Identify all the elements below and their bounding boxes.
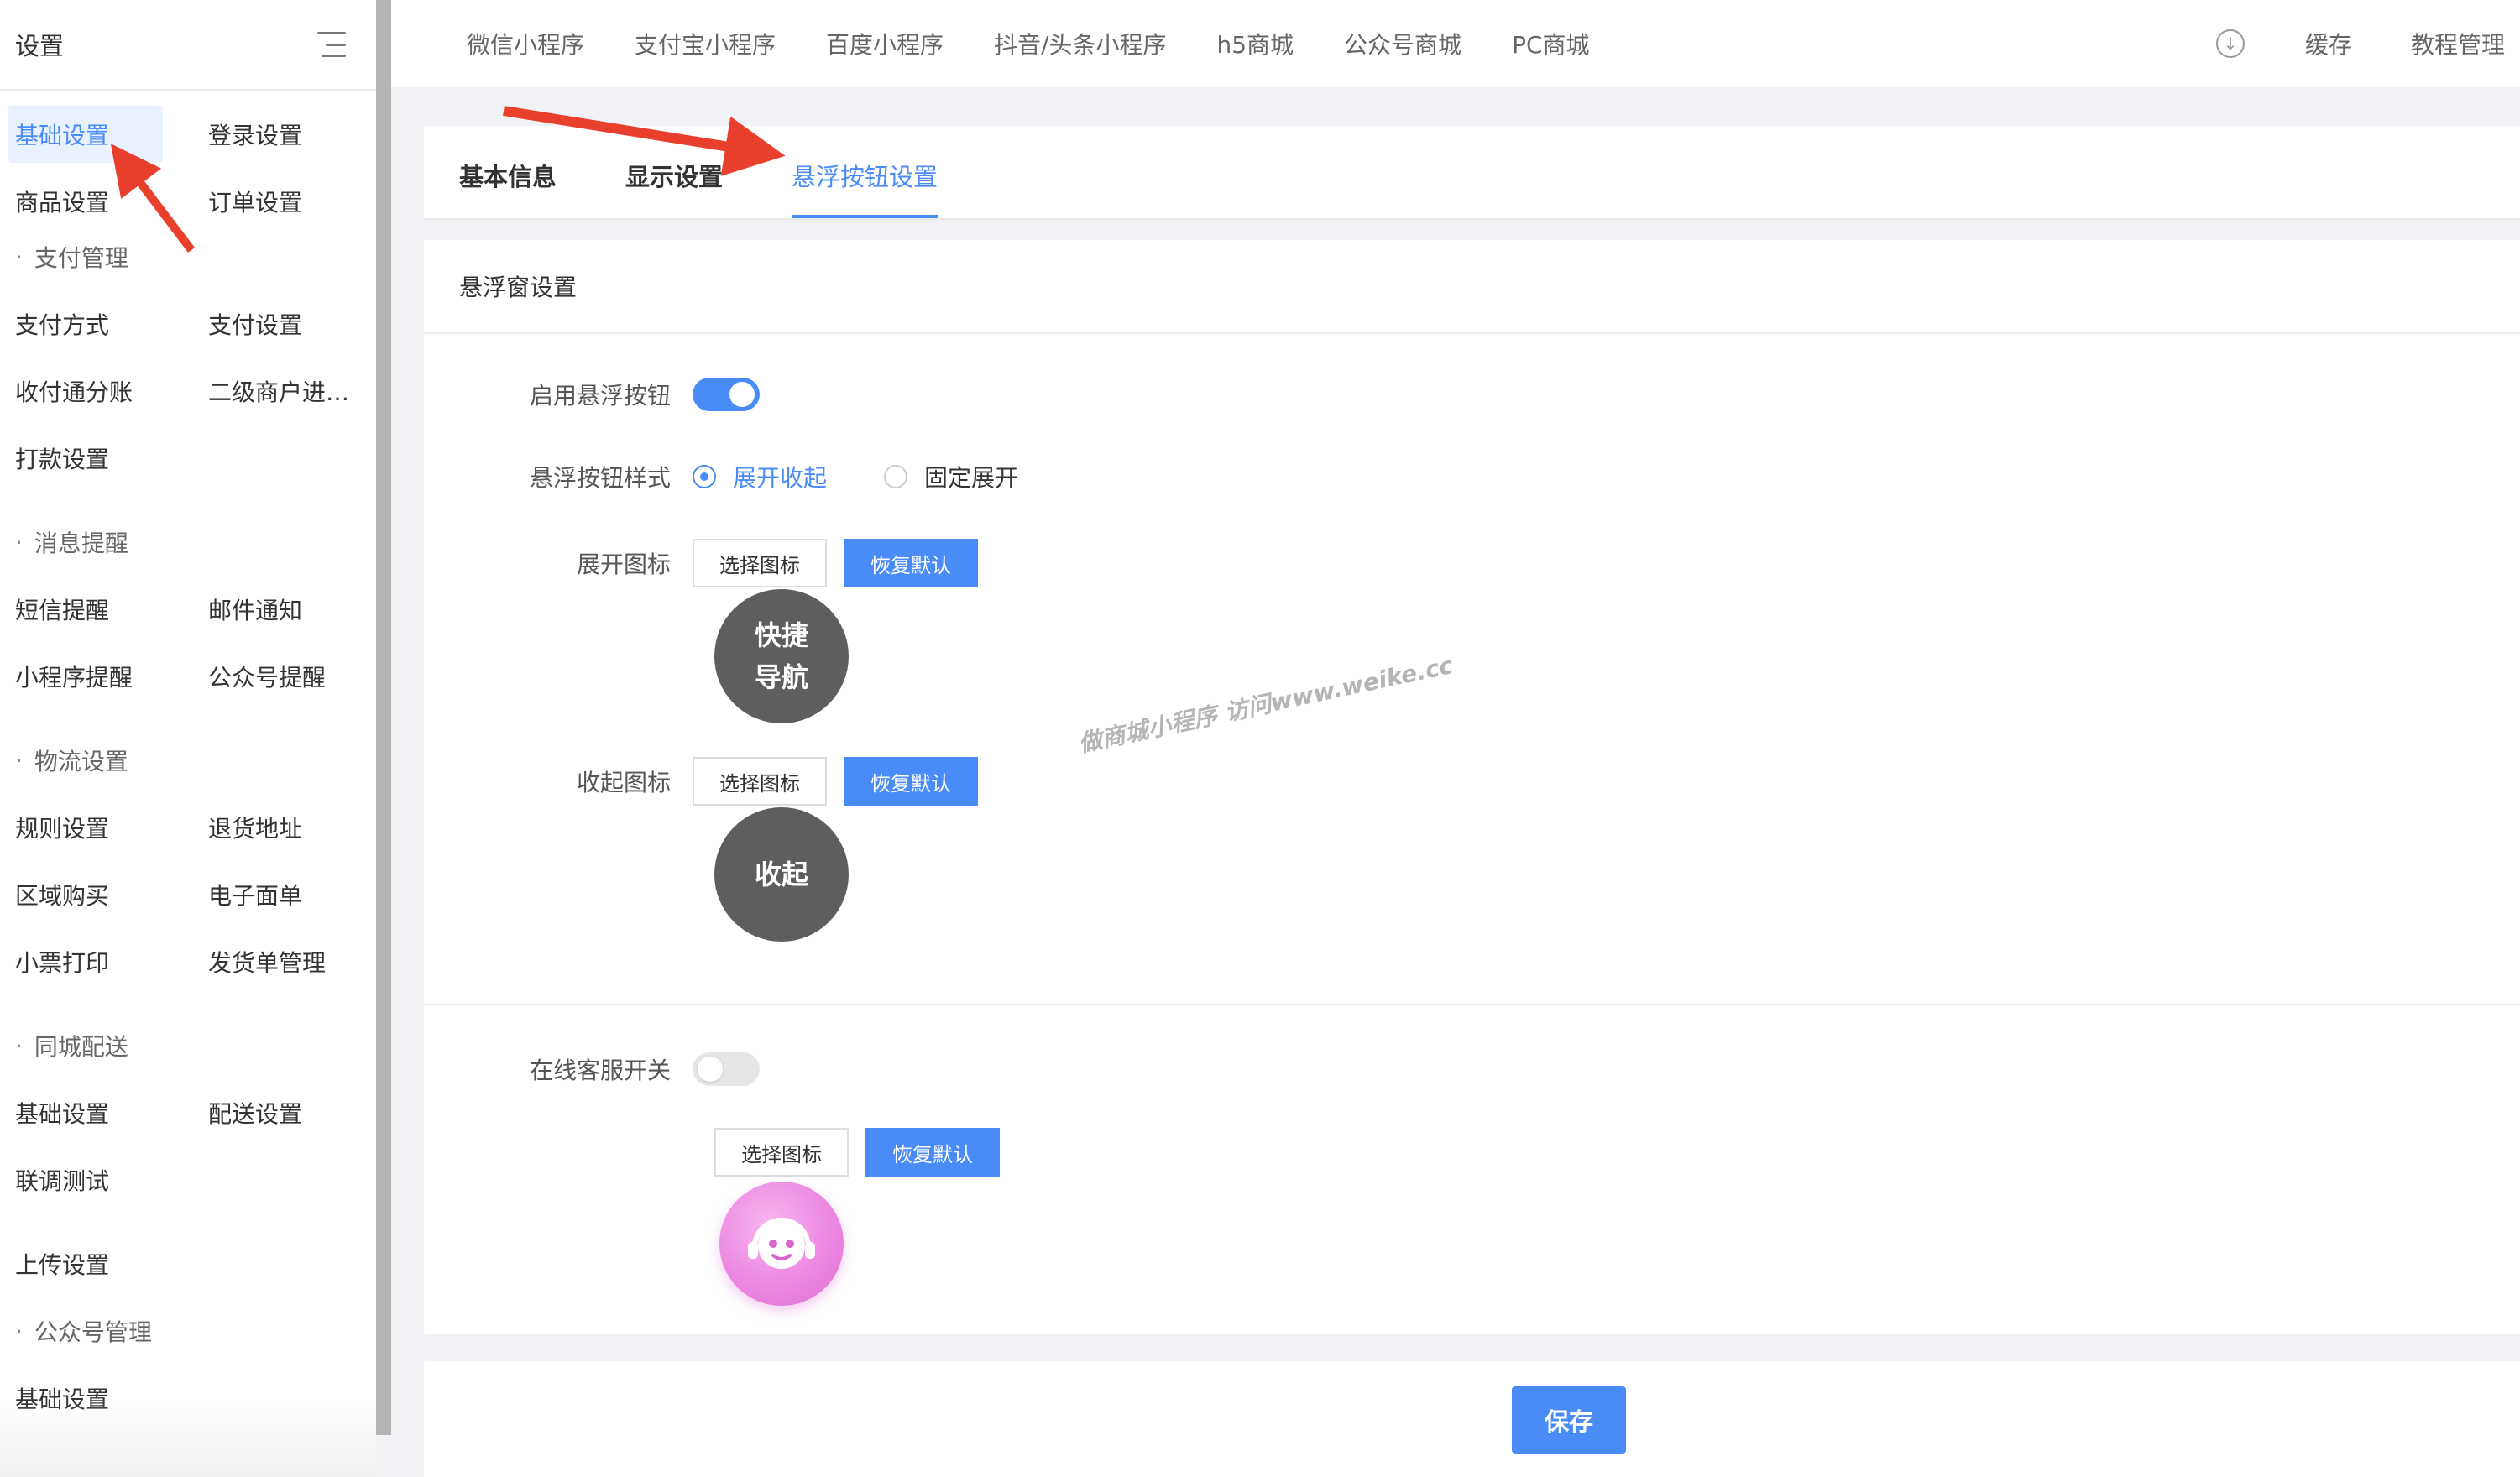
- sidebar-item-e-waybill[interactable]: 电子面单: [193, 861, 376, 928]
- sidebar-item-payment-settings[interactable]: 支付设置: [193, 290, 376, 358]
- cs-switch[interactable]: [693, 1052, 760, 1086]
- nav-wechat-miniprogram[interactable]: 微信小程序: [467, 27, 584, 60]
- top-navigation: 微信小程序 支付宝小程序 百度小程序 抖音/头条小程序 h5商城 公众号商城 P…: [391, 0, 2520, 87]
- settings-sidebar: 设置 基础设置 登录设置 商品设置 订单设置 支付管理 支付方式 支付设置 收付…: [0, 0, 376, 1477]
- cs-switch-label: 在线客服开关: [529, 1057, 671, 1084]
- collapse-icon-preview: 收起: [714, 807, 849, 942]
- row-customer-service: 在线客服开关: [424, 1052, 760, 1086]
- sidebar-item-basic-settings[interactable]: 基础设置: [0, 101, 193, 168]
- sidebar-item-payout-settings[interactable]: 打款设置: [0, 425, 193, 492]
- sidebar-header: 设置: [0, 0, 376, 91]
- sidebar-item-upload-settings[interactable]: 上传设置: [0, 1230, 376, 1297]
- sidebar-item-email[interactable]: 邮件通知: [193, 576, 376, 643]
- expand-select-icon-button[interactable]: 选择图标: [693, 539, 827, 587]
- radio-label-expand-collapse: 展开收起: [733, 464, 828, 492]
- radio-expand-collapse[interactable]: 展开收起: [693, 460, 827, 493]
- float-window-settings-card: 悬浮窗设置 启用悬浮按钮 悬浮按钮样式 展开收起 固定展开 展开图标 选择图标 …: [424, 240, 2520, 1334]
- sidebar-section-local-delivery: 同城配送: [0, 1012, 376, 1079]
- cs-select-icon-button[interactable]: 选择图标: [714, 1128, 849, 1177]
- sidebar-section-logistics: 物流设置: [0, 727, 376, 794]
- nav-baidu-miniprogram[interactable]: 百度小程序: [826, 27, 944, 60]
- sidebar-scrollbar[interactable]: [376, 0, 391, 1435]
- nav-official-mall[interactable]: 公众号商城: [1344, 27, 1461, 60]
- expand-icon-preview: 快捷 导航: [714, 589, 849, 723]
- nav-pc-mall[interactable]: PC商城: [1512, 27, 1589, 60]
- sidebar-item-product-settings[interactable]: 商品设置: [0, 168, 193, 235]
- row-enable-float: 启用悬浮按钮: [424, 378, 760, 411]
- collapse-select-icon-button[interactable]: 选择图标: [693, 757, 827, 806]
- sidebar-item-miniprogram-notice[interactable]: 小程序提醒: [0, 643, 193, 710]
- sidebar-item-delivery-basic[interactable]: 基础设置: [0, 1079, 193, 1146]
- row-cs-icon-buttons: 选择图标 恢复默认: [714, 1128, 1017, 1177]
- sidebar-item-login-settings[interactable]: 登录设置: [193, 101, 376, 168]
- save-button[interactable]: 保存: [1512, 1386, 1626, 1454]
- expand-restore-default-button[interactable]: 恢复默认: [844, 539, 978, 587]
- sidebar-group-general: 基础设置 登录设置 商品设置 订单设置: [0, 91, 376, 242]
- tutorial-menu[interactable]: 教程管理: [2411, 27, 2520, 60]
- sidebar-section-official-account: 公众号管理: [0, 1297, 376, 1365]
- nav-h5-mall[interactable]: h5商城: [1216, 27, 1294, 60]
- tab-basic-info[interactable]: 基本信息: [459, 158, 557, 218]
- expand-icon-label: 展开图标: [576, 551, 671, 578]
- collapse-restore-default-button[interactable]: 恢复默认: [844, 757, 978, 806]
- sidebar-item-shipping-docs[interactable]: 发货单管理: [193, 928, 376, 995]
- sidebar-item-receipt-print[interactable]: 小票打印: [0, 928, 193, 995]
- float-style-label: 悬浮按钮样式: [529, 464, 671, 492]
- section-divider: [424, 1004, 2520, 1005]
- settings-tabs: 基本信息 显示设置 悬浮按钮设置: [424, 126, 2520, 220]
- sidebar-section-messages: 消息提醒: [0, 509, 376, 576]
- sidebar-item-region-purchase[interactable]: 区域购买: [0, 861, 193, 928]
- enable-float-label: 启用悬浮按钮: [529, 382, 671, 410]
- nav-alipay-miniprogram[interactable]: 支付宝小程序: [635, 27, 776, 60]
- sidebar-item-joint-test[interactable]: 联调测试: [0, 1146, 193, 1213]
- menu-collapse-icon[interactable]: [317, 32, 346, 57]
- row-expand-icon: 展开图标 选择图标 恢复默认: [424, 539, 995, 587]
- sidebar-title: 设置: [15, 32, 65, 60]
- tab-display-settings[interactable]: 显示设置: [625, 158, 723, 218]
- nav-douyin-miniprogram[interactable]: 抖音/头条小程序: [994, 27, 1166, 60]
- download-icon[interactable]: ↓: [2215, 29, 2245, 58]
- enable-float-switch[interactable]: [693, 378, 760, 411]
- sidebar-fade: [0, 1401, 376, 1477]
- customer-service-icon: [719, 1182, 844, 1306]
- sidebar-item-sub-merchant[interactable]: 二级商户进…: [193, 358, 376, 425]
- sidebar-item-split-account[interactable]: 收付通分账: [0, 358, 193, 425]
- collapse-icon-label: 收起图标: [576, 769, 671, 796]
- radio-fixed-expand[interactable]: 固定展开: [884, 460, 1018, 493]
- sidebar-item-order-settings[interactable]: 订单设置: [193, 168, 376, 235]
- cs-restore-default-button[interactable]: 恢复默认: [865, 1128, 1000, 1177]
- topnav-right: ↓ 缓存 教程管理: [2215, 0, 2520, 87]
- sidebar-item-delivery-settings[interactable]: 配送设置: [193, 1079, 376, 1146]
- row-collapse-icon: 收起图标 选择图标 恢复默认: [424, 757, 995, 806]
- row-float-style: 悬浮按钮样式 展开收起 固定展开: [424, 460, 1075, 493]
- radio-circle-checked: [693, 465, 716, 488]
- cache-link[interactable]: 缓存: [2305, 27, 2352, 60]
- tab-float-button-settings[interactable]: 悬浮按钮设置: [792, 158, 938, 218]
- sidebar-item-rules[interactable]: 规则设置: [0, 794, 193, 861]
- radio-circle: [884, 465, 908, 488]
- sidebar-item-sms[interactable]: 短信提醒: [0, 576, 193, 643]
- sidebar-item-return-address[interactable]: 退货地址: [193, 794, 376, 861]
- card-title: 悬浮窗设置: [424, 240, 2520, 334]
- footer-bar: 保存: [424, 1361, 2520, 1477]
- sidebar-item-official-notice[interactable]: 公众号提醒: [193, 643, 376, 710]
- sidebar-item-payment-method[interactable]: 支付方式: [0, 290, 193, 358]
- radio-label-fixed-expand: 固定展开: [924, 464, 1019, 492]
